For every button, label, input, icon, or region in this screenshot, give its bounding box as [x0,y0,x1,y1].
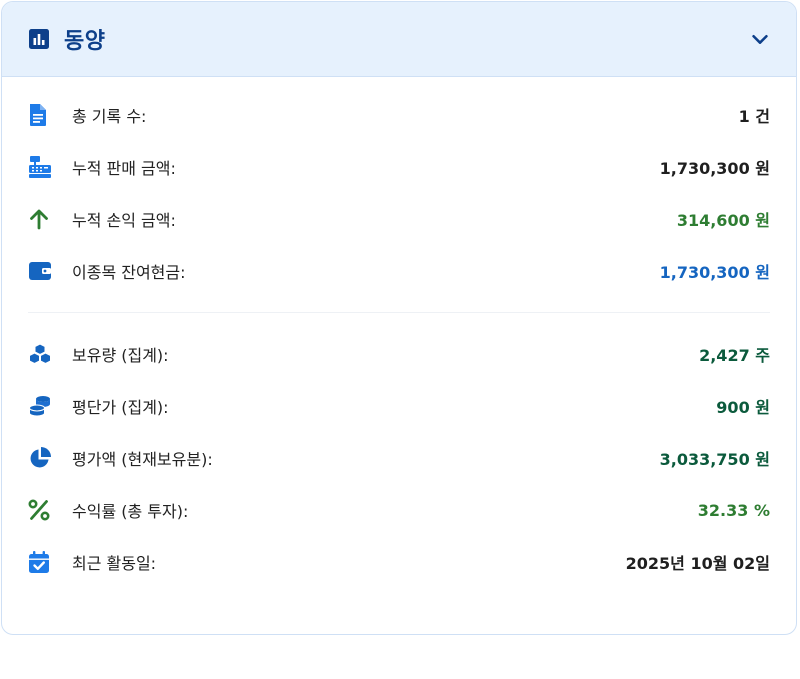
boxes-icon [28,341,54,367]
card-title: 동양 [64,29,106,54]
row-label: 보유량 (집계): [72,346,169,365]
row-total-records: 총 기록 수: 1 건 [28,89,770,141]
row-label: 누적 손익 금액: [72,211,176,230]
row-value: 1,730,300 원 [659,263,770,282]
row-value: 900 원 [716,398,770,417]
row-label: 최근 활동일: [72,554,157,573]
arrow-up-icon [28,206,54,232]
row-label: 평단가 (집계): [72,398,169,417]
row-label: 평가액 (현재보유분): [72,450,213,469]
row-label: 누적 판매 금액: [72,159,176,178]
row-return-rate: 수익률 (총 투자): 32.33 % [28,484,770,536]
wallet-icon [28,258,54,284]
row-label: 이종목 잔여현금: [72,263,186,282]
cash-register-icon [28,154,54,180]
stock-summary-card: 동양 총 기록 수: 1 건 누적 판매 금액: 1,730,300 원 누적 … [1,1,797,635]
row-last-activity: 최근 활동일: 2025년 10월 02일 [28,536,770,588]
row-cumulative-sales: 누적 판매 금액: 1,730,300 원 [28,141,770,193]
row-value: 3,033,750 원 [659,450,770,469]
coins-icon [28,393,54,419]
row-value: 32.33 % [697,500,770,520]
row-valuation: 평가액 (현재보유분): 3,033,750 원 [28,432,770,484]
row-value: 2,427 주 [699,346,770,365]
percent-icon [28,497,54,523]
calendar-check-icon [28,549,54,575]
row-holding-quantity: 보유량 (집계): 2,427 주 [28,328,770,380]
chevron-down-icon[interactable] [748,27,772,51]
row-value: 1 건 [738,107,770,126]
row-average-price: 평단가 (집계): 900 원 [28,380,770,432]
document-icon [28,102,54,128]
section-divider [28,312,770,313]
pie-chart-icon [28,445,54,471]
row-value: 314,600 원 [676,211,770,230]
bar-chart-icon [28,28,50,50]
card-body: 총 기록 수: 1 건 누적 판매 금액: 1,730,300 원 누적 손익 … [2,77,796,588]
row-value: 1,730,300 원 [659,159,770,178]
row-value: 2025년 10월 02일 [625,554,770,573]
card-header[interactable]: 동양 [2,2,796,77]
row-cumulative-pnl: 누적 손익 금액: 314,600 원 [28,193,770,245]
row-label: 총 기록 수: [72,107,147,126]
row-label: 수익률 (총 투자): [72,502,189,521]
row-remaining-cash: 이종목 잔여현금: 1,730,300 원 [28,245,770,297]
